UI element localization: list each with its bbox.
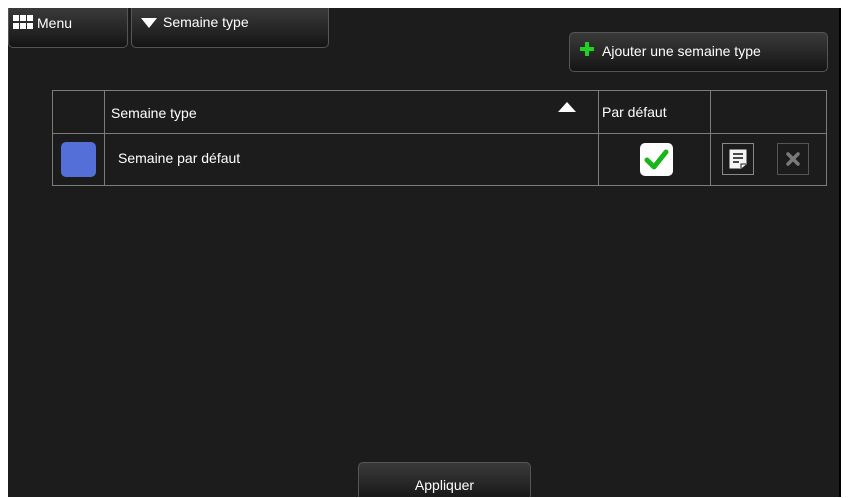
menu-button[interactable]: Menu bbox=[8, 8, 128, 48]
add-week-type-button[interactable]: Ajouter une semaine type bbox=[569, 32, 828, 72]
triangle-down-icon bbox=[141, 18, 157, 28]
apply-button[interactable]: Appliquer bbox=[358, 462, 531, 497]
column-header-par-defaut: Par défaut bbox=[602, 104, 667, 120]
add-week-type-label: Ajouter une semaine type bbox=[602, 43, 761, 59]
column-header-semaine-type[interactable]: Semaine type bbox=[111, 105, 197, 121]
header-row-divider bbox=[53, 133, 826, 134]
sort-ascending-icon[interactable] bbox=[558, 102, 576, 112]
week-type-name[interactable]: Semaine par défaut bbox=[118, 150, 240, 166]
default-checkbox[interactable] bbox=[640, 143, 673, 176]
close-icon bbox=[786, 152, 800, 166]
semaine-type-label: Semaine type bbox=[163, 14, 249, 30]
right-edge-strip bbox=[839, 8, 841, 497]
plus-icon bbox=[580, 42, 594, 56]
edit-button[interactable] bbox=[722, 143, 754, 175]
delete-button[interactable] bbox=[777, 143, 809, 175]
column-divider bbox=[710, 91, 711, 185]
week-type-table: Semaine type Par défaut Semaine par défa… bbox=[52, 90, 827, 186]
checkmark-icon bbox=[644, 149, 669, 170]
grid-menu-icon bbox=[13, 15, 33, 29]
menu-label: Menu bbox=[37, 15, 73, 31]
screen: Menu Semaine type Ajouter une semaine ty… bbox=[8, 8, 839, 497]
week-color-swatch[interactable] bbox=[61, 142, 96, 177]
edit-document-icon bbox=[729, 149, 747, 169]
column-divider bbox=[104, 91, 105, 185]
apply-label: Appliquer bbox=[414, 477, 475, 493]
semaine-type-dropdown[interactable]: Semaine type bbox=[131, 8, 329, 48]
column-divider bbox=[598, 91, 599, 185]
